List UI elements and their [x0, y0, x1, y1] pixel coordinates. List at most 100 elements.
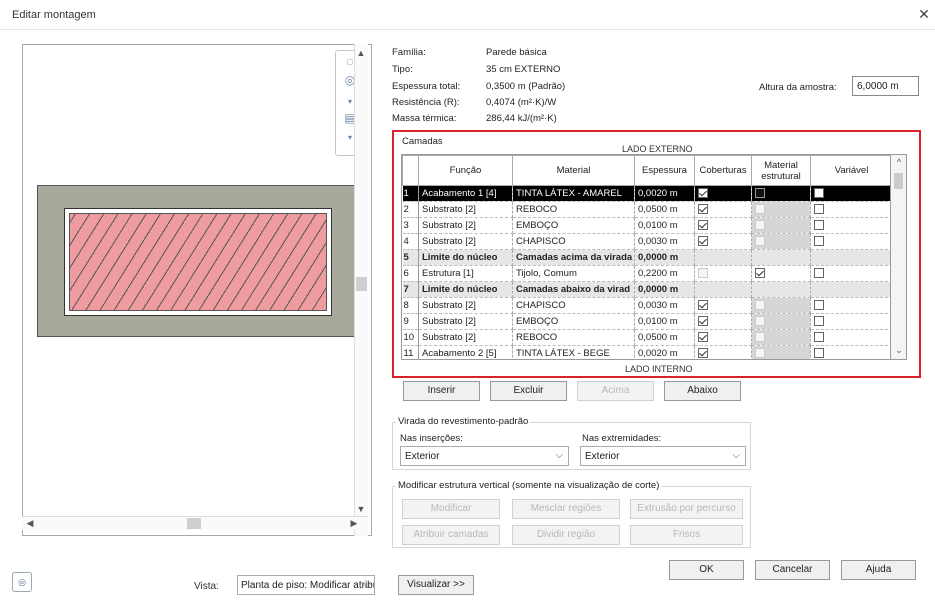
variavel-checkbox[interactable] — [814, 348, 824, 359]
excluir-button[interactable]: Excluir — [490, 381, 567, 401]
insercoes-select[interactable]: Exterior ⌵ — [400, 446, 569, 466]
layer-number[interactable]: 9 — [402, 313, 419, 330]
close-icon[interactable]: ✕ — [915, 5, 933, 23]
col-header-espessura[interactable]: Espessura — [634, 155, 695, 186]
layer-material[interactable]: CHAPISCO — [512, 297, 635, 314]
layer-number[interactable]: 4 — [402, 233, 419, 250]
frisos-button[interactable]: Frisos — [630, 525, 743, 545]
layer-material[interactable]: EMBOÇO — [512, 313, 635, 330]
steering-wheel-icon[interactable]: ◎ — [12, 572, 32, 592]
layer-funcao[interactable]: Substrato [2] — [418, 201, 513, 218]
layer-row[interactable]: 8 Substrato [2] CHAPISCO 0,0030 m — [402, 297, 890, 314]
layer-row[interactable]: 10 Substrato [2] REBOCO 0,0500 m — [402, 329, 890, 346]
scroll-thumb[interactable] — [187, 518, 201, 529]
coberturas-checkbox[interactable] — [698, 268, 708, 279]
coberturas-checkbox[interactable] — [698, 348, 708, 359]
material-estrutural-checkbox[interactable] — [755, 348, 765, 359]
variavel-checkbox[interactable] — [814, 300, 824, 311]
layer-material[interactable]: Camadas abaixo da virad — [512, 281, 635, 298]
layer-row[interactable]: 11 Acabamento 2 [5] TINTA LÁTEX - BEGE 0,00… — [402, 345, 890, 359]
layer-number[interactable]: 3 — [402, 217, 419, 234]
layer-row[interactable]: 4 Substrato [2] CHAPISCO 0,0030 m — [402, 233, 890, 250]
extrusao-percurso-button[interactable]: Extrusão por percurso — [630, 499, 743, 519]
scroll-down-icon[interactable]: ⌄ — [893, 345, 905, 356]
col-header-funcao[interactable]: Função — [418, 155, 513, 186]
layer-row[interactable]: 7 Limite do núcleo Camadas abaixo da virad… — [402, 281, 890, 298]
material-estrutural-checkbox[interactable] — [755, 316, 765, 327]
material-estrutural-checkbox[interactable] — [755, 188, 765, 199]
layer-funcao[interactable]: Substrato [2] — [418, 297, 513, 314]
inserir-button[interactable]: Inserir — [403, 381, 480, 401]
dividir-regiao-button[interactable]: Dividir região — [512, 525, 620, 545]
layer-espessura[interactable]: 0,0100 m — [634, 217, 695, 234]
layer-number[interactable]: 7 — [402, 281, 419, 298]
variavel-checkbox[interactable] — [814, 236, 824, 247]
layer-funcao[interactable]: Acabamento 1 [4] — [418, 185, 513, 202]
scroll-right-icon[interactable]: ▶ — [348, 518, 360, 529]
vista-select[interactable]: Planta de piso: Modificar atribui ⌵ — [237, 575, 375, 595]
coberturas-checkbox[interactable] — [698, 220, 708, 231]
layer-row[interactable]: 9 Substrato [2] EMBOÇO 0,0100 m — [402, 313, 890, 330]
coberturas-checkbox[interactable] — [698, 300, 708, 311]
scroll-up-icon[interactable]: ^ — [893, 157, 905, 167]
scroll-thumb[interactable] — [356, 277, 367, 291]
layer-number[interactable]: 1 — [402, 185, 419, 202]
layer-espessura[interactable]: 0,0030 m — [634, 233, 695, 250]
modificar-button[interactable]: Modificar — [402, 499, 500, 519]
material-estrutural-checkbox[interactable] — [755, 268, 765, 279]
scroll-down-icon[interactable]: ▼ — [355, 504, 367, 514]
preview-horizontal-scrollbar[interactable]: ◀ ▶ — [22, 516, 368, 530]
scroll-up-icon[interactable]: ▲ — [355, 48, 367, 58]
layer-funcao[interactable]: Substrato [2] — [418, 233, 513, 250]
col-header-material[interactable]: Material — [512, 155, 635, 186]
coberturas-checkbox[interactable] — [698, 204, 708, 215]
layer-material[interactable]: REBOCO — [512, 201, 635, 218]
layer-material[interactable]: CHAPISCO — [512, 233, 635, 250]
layer-material[interactable]: REBOCO — [512, 329, 635, 346]
layer-espessura[interactable]: 0,0000 m — [634, 281, 695, 298]
layer-number[interactable]: 11 — [402, 345, 419, 359]
layer-espessura[interactable]: 0,0000 m — [634, 249, 695, 266]
layer-material[interactable]: TINTA LÁTEX - BEGE — [512, 345, 635, 359]
visualizar-button[interactable]: Visualizar >> — [398, 575, 474, 595]
preview-vertical-scrollbar[interactable]: ▲ ▼ — [354, 44, 368, 536]
layer-row[interactable]: 3 Substrato [2] EMBOÇO 0,0100 m — [402, 217, 890, 234]
scroll-left-icon[interactable]: ◀ — [24, 518, 36, 529]
layer-number[interactable]: 5 — [402, 249, 419, 266]
layer-espessura[interactable]: 0,2200 m — [634, 265, 695, 282]
layer-number[interactable]: 8 — [402, 297, 419, 314]
layer-number[interactable]: 10 — [402, 329, 419, 346]
layer-funcao[interactable]: Estrutura [1] — [418, 265, 513, 282]
layer-material[interactable]: Tijolo, Comum — [512, 265, 635, 282]
altura-amostra-input[interactable]: 6,0000 m — [852, 76, 919, 96]
layer-material[interactable]: TINTA LÁTEX - AMAREL — [512, 185, 635, 202]
variavel-checkbox[interactable] — [814, 316, 824, 327]
ok-button[interactable]: OK — [669, 560, 744, 580]
variavel-checkbox[interactable] — [814, 332, 824, 343]
variavel-checkbox[interactable] — [814, 204, 824, 215]
layer-espessura[interactable]: 0,0100 m — [634, 313, 695, 330]
coberturas-checkbox[interactable] — [698, 188, 708, 199]
layer-row[interactable]: 5 Limite do núcleo Camadas acima da virada… — [402, 249, 890, 266]
layer-espessura[interactable]: 0,0020 m — [634, 345, 695, 359]
layer-espessura[interactable]: 0,0500 m — [634, 201, 695, 218]
layer-funcao[interactable]: Substrato [2] — [418, 329, 513, 346]
col-header-material-estrutural[interactable]: Material estrutural — [751, 155, 811, 186]
preview-panel[interactable] — [22, 44, 372, 536]
layer-row[interactable]: 1 Acabamento 1 [4] TINTA LÁTEX - AMAREL 0,0… — [402, 185, 890, 202]
material-estrutural-checkbox[interactable] — [755, 300, 765, 311]
variavel-checkbox[interactable] — [814, 188, 824, 199]
layer-number[interactable]: 2 — [402, 201, 419, 218]
mesclar-regioes-button[interactable]: Mesclar regiões — [512, 499, 620, 519]
cancelar-button[interactable]: Cancelar — [755, 560, 830, 580]
layer-funcao[interactable]: Limite do núcleo — [418, 281, 513, 298]
layer-row[interactable]: 2 Substrato [2] REBOCO 0,0500 m — [402, 201, 890, 218]
layer-espessura[interactable]: 0,0030 m — [634, 297, 695, 314]
col-header-variavel[interactable]: Variável — [810, 155, 890, 186]
variavel-checkbox[interactable] — [814, 268, 824, 279]
layer-number[interactable]: 6 — [402, 265, 419, 282]
layer-funcao[interactable]: Acabamento 2 [5] — [418, 345, 513, 359]
layer-material[interactable]: Camadas acima da virada — [512, 249, 635, 266]
coberturas-checkbox[interactable] — [698, 332, 708, 343]
variavel-checkbox[interactable] — [814, 220, 824, 231]
